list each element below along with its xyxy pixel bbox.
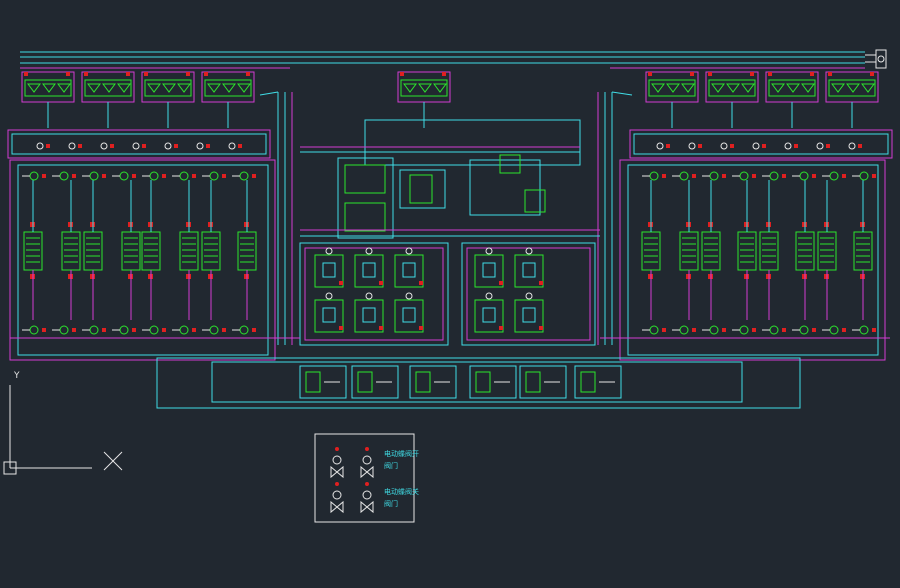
legend-label-open: 电动蝶阀开 [384, 449, 419, 458]
legend-label-closed: 电动蝶阀关 [384, 487, 419, 496]
hvac-piping-schematic: 电动蝶阀开 阀门 电动蝶阀关 阀门 Y [0, 0, 900, 588]
cad-drawing-viewport[interactable]: 电动蝶阀开 阀门 电动蝶阀关 阀门 Y [0, 0, 900, 588]
ucs-y-label: Y [13, 371, 20, 381]
legend-sub-closed: 阀门 [384, 499, 398, 508]
legend-sub-open: 阀门 [384, 461, 398, 470]
